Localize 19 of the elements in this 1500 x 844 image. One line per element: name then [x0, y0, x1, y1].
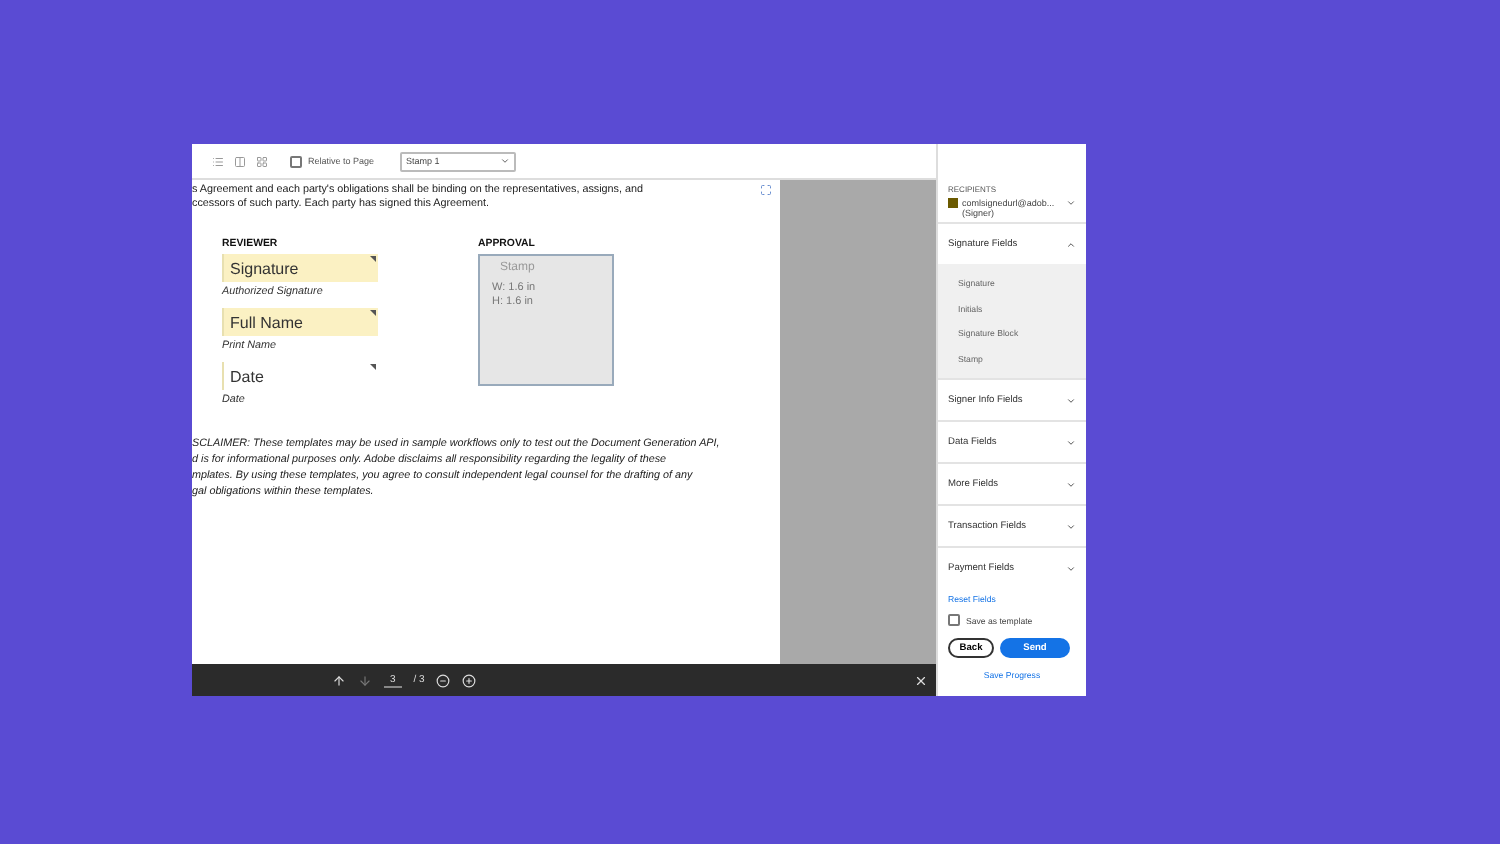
form-field[interactable]: Signature	[222, 254, 378, 282]
form-field[interactable]: Date	[222, 362, 378, 390]
chevron-down-icon[interactable]	[1066, 563, 1076, 574]
chevron-down-icon[interactable]	[1066, 395, 1076, 406]
grid-icon[interactable]	[256, 155, 268, 167]
zoom-in-icon[interactable]	[462, 673, 477, 687]
list-icon[interactable]	[212, 155, 224, 167]
chevron-down-icon[interactable]	[1066, 521, 1076, 532]
zoom-out-icon[interactable]	[436, 673, 451, 687]
up-arrow-icon[interactable]	[332, 673, 346, 687]
chevron-down-icon[interactable]	[1066, 479, 1076, 490]
columns-icon[interactable]	[234, 155, 246, 167]
form-field[interactable]: Full Name	[222, 308, 378, 336]
chevron-down-icon[interactable]	[500, 156, 511, 166]
close-icon[interactable]	[914, 673, 928, 687]
chevron-down-icon[interactable]	[1066, 437, 1076, 448]
down-arrow-icon[interactable]	[358, 673, 372, 687]
chevron-up-icon[interactable]	[1066, 239, 1076, 249]
chevron-down-icon[interactable]	[1066, 198, 1076, 208]
